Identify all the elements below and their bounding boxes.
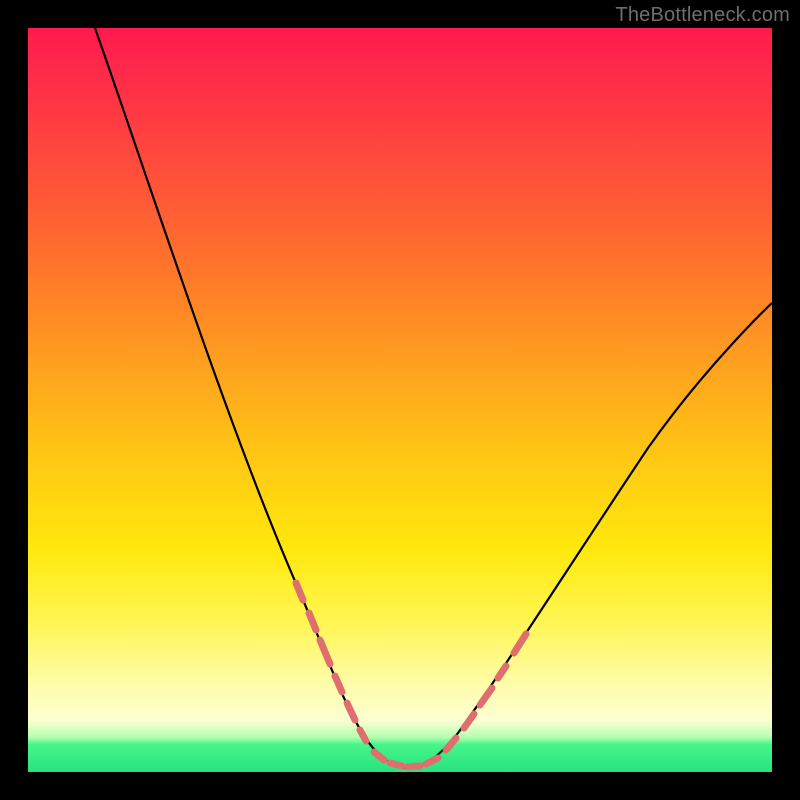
watermark-text: TheBottleneck.com bbox=[615, 4, 790, 27]
dash-overlay bbox=[296, 583, 526, 767]
bottleneck-curve bbox=[95, 28, 772, 768]
chart-svg bbox=[28, 28, 772, 772]
chart-frame: TheBottleneck.com bbox=[0, 0, 800, 800]
plot-area bbox=[28, 28, 772, 772]
